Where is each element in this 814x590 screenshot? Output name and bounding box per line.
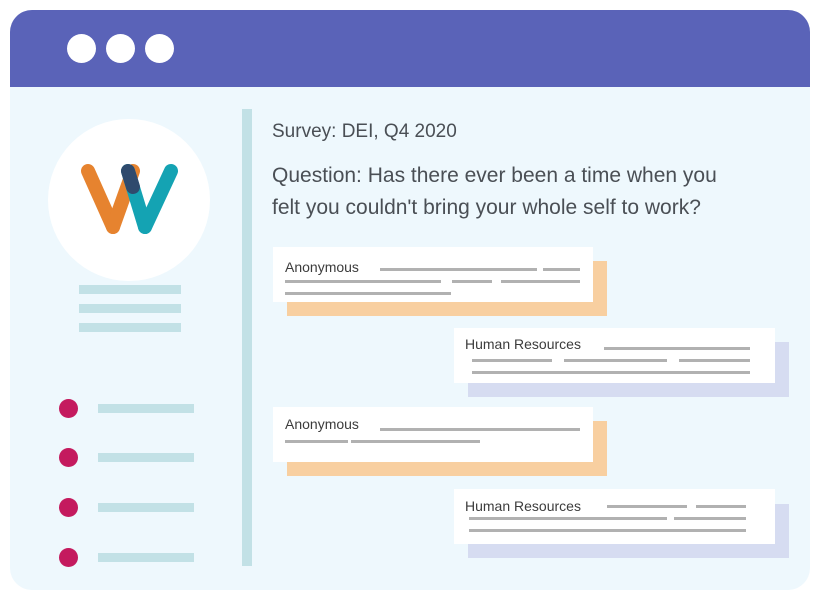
w-logo-icon	[81, 164, 178, 234]
response-author: Anonymous	[285, 416, 359, 432]
response-author: Human Resources	[465, 498, 581, 514]
sidebar-nav-item[interactable]	[98, 404, 194, 413]
window-dot-icon[interactable]	[67, 34, 96, 63]
text-line	[696, 505, 746, 508]
text-line	[607, 505, 687, 508]
survey-title: Survey: DEI, Q4 2020	[272, 121, 457, 142]
window-dot-icon[interactable]	[145, 34, 174, 63]
nav-bullet-icon[interactable]	[59, 548, 78, 567]
text-line	[472, 371, 750, 374]
window-dot-icon[interactable]	[106, 34, 135, 63]
text-line	[285, 440, 348, 443]
question-line-2: felt you couldn't bring your whole self …	[272, 196, 701, 219]
sidebar-nav-item[interactable]	[98, 453, 194, 462]
response-card[interactable]: Anonymous	[273, 247, 593, 302]
vertical-divider	[242, 109, 252, 566]
text-line	[604, 347, 750, 350]
response-author: Human Resources	[465, 336, 581, 352]
question-line-1: Question: Has there ever been a time whe…	[272, 164, 717, 187]
text-line	[472, 359, 552, 362]
sidebar-text-line	[79, 323, 181, 332]
sidebar-nav-item[interactable]	[98, 553, 194, 562]
app-window: Survey: DEI, Q4 2020 Question: Has there…	[10, 10, 810, 590]
response-card[interactable]: Human Resources	[454, 489, 775, 544]
response-author: Anonymous	[285, 259, 359, 275]
text-line	[380, 428, 580, 431]
text-line	[469, 517, 667, 520]
text-line	[679, 359, 750, 362]
response-card[interactable]: Anonymous	[273, 407, 593, 462]
text-line	[674, 517, 746, 520]
text-line	[469, 529, 746, 532]
text-line	[543, 268, 580, 271]
text-line	[285, 280, 441, 283]
title-bar	[10, 10, 810, 87]
logo-avatar	[48, 119, 210, 281]
text-line	[452, 280, 492, 283]
text-line	[285, 292, 451, 295]
nav-bullet-icon[interactable]	[59, 448, 78, 467]
sidebar-nav-item[interactable]	[98, 503, 194, 512]
response-card[interactable]: Human Resources	[454, 328, 775, 383]
text-line	[380, 268, 537, 271]
sidebar-text-line	[79, 285, 181, 294]
text-line	[564, 359, 667, 362]
nav-bullet-icon[interactable]	[59, 498, 78, 517]
sidebar-text-line	[79, 304, 181, 313]
nav-bullet-icon[interactable]	[59, 399, 78, 418]
text-line	[501, 280, 580, 283]
text-line	[351, 440, 480, 443]
